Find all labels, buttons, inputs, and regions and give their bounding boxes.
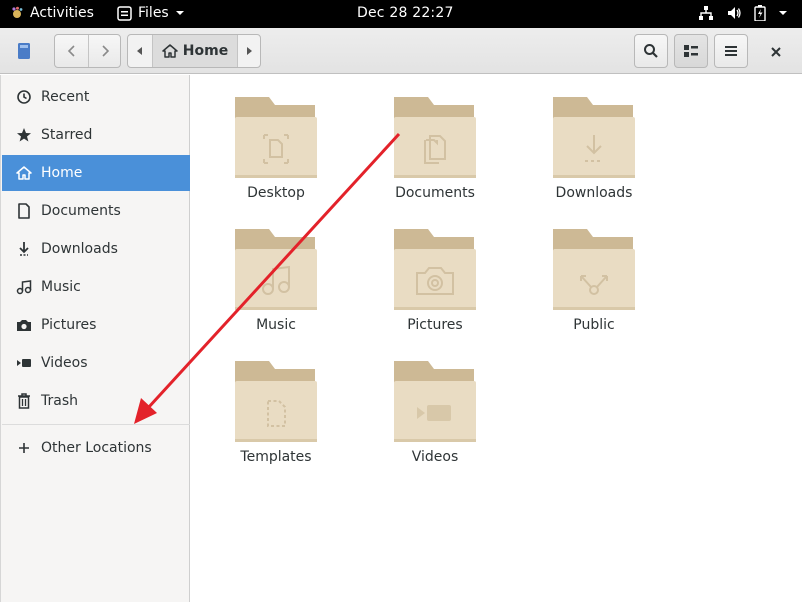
back-button[interactable] <box>55 35 88 67</box>
folder-label: Pictures <box>407 317 463 333</box>
home-icon <box>16 165 32 181</box>
sidebar-item-label: Documents <box>41 203 121 219</box>
chevron-down-icon <box>175 11 184 15</box>
search-button[interactable] <box>634 34 668 68</box>
sidebar-item-label: Home <box>41 165 83 181</box>
path-home-label: Home <box>182 43 229 59</box>
download-icon <box>16 241 32 257</box>
sidebar-item-recent[interactable]: Recent <box>2 79 190 115</box>
top-bar: Activities Files Dec 28 22:27 <box>0 0 802 28</box>
folder-label: Downloads <box>555 185 633 201</box>
desktop-folder-icon <box>235 97 317 178</box>
close-icon <box>771 47 781 57</box>
app-menu[interactable]: Files <box>117 5 185 21</box>
sidebar-item-label: Trash <box>41 393 78 409</box>
sidebar-item-label: Downloads <box>41 241 118 257</box>
path-bar: Home <box>127 34 261 68</box>
chevron-left-icon <box>67 45 75 57</box>
sidebar: Recent Starred Home Documents Downloads … <box>0 75 190 602</box>
folder-videos[interactable]: Videos <box>385 339 485 465</box>
close-button[interactable] <box>766 42 786 62</box>
files-logo-icon <box>18 43 30 59</box>
folder-documents[interactable]: Documents <box>385 75 485 201</box>
sidebar-item-label: Videos <box>41 355 88 371</box>
system-tray[interactable] <box>698 5 788 21</box>
folder-music[interactable]: Music <box>226 207 326 333</box>
videos-folder-icon <box>394 361 476 442</box>
folder-label: Desktop <box>247 185 305 201</box>
folder-public[interactable]: Public <box>544 207 644 333</box>
hamburger-icon <box>725 46 737 56</box>
nav-buttons <box>54 34 121 68</box>
plus-icon <box>16 440 32 456</box>
activities-button[interactable]: Activities <box>10 5 94 21</box>
triangle-left-icon <box>137 47 142 55</box>
view-toggle-button[interactable] <box>674 34 708 68</box>
folder-label: Public <box>573 317 615 333</box>
sidebar-item-videos[interactable]: Videos <box>2 345 190 381</box>
trash-icon <box>16 393 32 409</box>
star-icon <box>16 127 32 143</box>
chevron-down-icon <box>779 11 787 15</box>
path-scroll-left-button[interactable] <box>128 35 153 67</box>
sidebar-item-other-locations[interactable]: Other Locations <box>2 430 190 466</box>
gnome-foot-icon <box>12 6 23 18</box>
folder-label: Templates <box>240 449 312 465</box>
path-scroll-right-button[interactable] <box>237 35 260 67</box>
clock-icon <box>16 89 32 105</box>
triangle-right-icon <box>247 47 252 55</box>
sidebar-item-pictures[interactable]: Pictures <box>2 307 190 343</box>
sidebar-item-music[interactable]: Music <box>2 269 190 305</box>
music-folder-icon <box>235 229 317 310</box>
menu-button[interactable] <box>714 34 748 68</box>
sidebar-divider <box>2 424 190 425</box>
network-icon <box>699 6 713 20</box>
public-folder-icon <box>553 229 635 310</box>
sidebar-item-downloads[interactable]: Downloads <box>2 231 190 267</box>
sidebar-item-trash[interactable]: Trash <box>2 383 190 419</box>
sidebar-item-label: Pictures <box>41 317 97 333</box>
folder-desktop[interactable]: Desktop <box>226 75 326 201</box>
activities-label: Activities <box>30 5 94 21</box>
camera-icon <box>16 317 32 333</box>
folder-templates[interactable]: Templates <box>226 339 326 465</box>
search-icon <box>644 44 658 58</box>
forward-button[interactable] <box>89 35 121 67</box>
sidebar-item-label: Music <box>41 279 81 295</box>
path-home-button[interactable]: Home <box>153 35 237 67</box>
chevron-right-icon <box>102 45 110 57</box>
folder-downloads[interactable]: Downloads <box>544 75 644 201</box>
header-bar: Home <box>0 28 802 74</box>
sidebar-item-documents[interactable]: Documents <box>2 193 190 229</box>
documents-folder-icon <box>394 97 476 178</box>
video-icon <box>16 355 32 371</box>
sidebar-item-label: Other Locations <box>41 440 152 456</box>
battery-icon <box>754 5 766 21</box>
sidebar-item-label: Recent <box>41 89 90 105</box>
app-menu-label: Files <box>138 5 169 21</box>
document-icon <box>16 203 32 219</box>
sidebar-item-label: Starred <box>41 127 93 143</box>
list-view-icon <box>684 45 698 57</box>
sidebar-item-home[interactable]: Home <box>2 155 190 191</box>
sidebar-item-starred[interactable]: Starred <box>2 117 190 153</box>
music-icon <box>16 279 32 295</box>
folder-view: Desktop Documents Downloads Music Pictur… <box>191 75 802 602</box>
templates-folder-icon <box>235 361 317 442</box>
downloads-folder-icon <box>553 97 635 178</box>
folder-label: Music <box>256 317 296 333</box>
folder-label: Documents <box>395 185 475 201</box>
pictures-folder-icon <box>394 229 476 310</box>
folder-pictures[interactable]: Pictures <box>385 207 485 333</box>
files-app-icon <box>117 5 132 21</box>
home-icon <box>162 44 178 58</box>
volume-icon <box>728 7 741 19</box>
clock[interactable]: Dec 28 22:27 <box>357 5 454 21</box>
folder-label: Videos <box>411 449 459 465</box>
